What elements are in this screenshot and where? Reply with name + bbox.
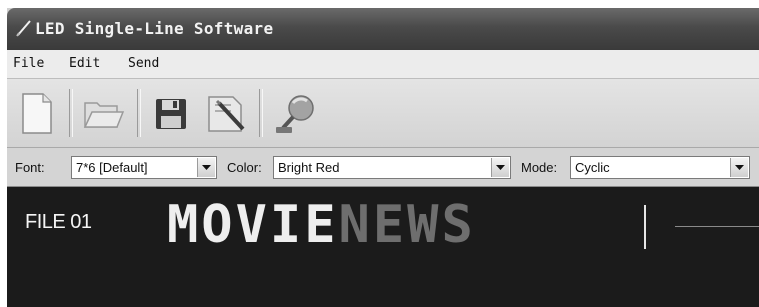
font-label: Font:	[15, 160, 45, 175]
title-bar[interactable]: LED Single-Line Software	[7, 8, 759, 50]
font-value: 7*6 [Default]	[76, 160, 148, 175]
divider-line	[675, 226, 759, 227]
chevron-down-icon	[496, 165, 505, 170]
save-button[interactable]	[151, 91, 191, 135]
color-label: Color:	[227, 160, 262, 175]
chevron-down-icon	[735, 165, 744, 170]
font-dropdown-button[interactable]	[197, 158, 215, 177]
menu-send[interactable]: Send	[128, 56, 159, 71]
send-satellite-icon	[276, 95, 314, 133]
mode-value: Cyclic	[575, 160, 610, 175]
led-message[interactable]: MOVIENEWS	[167, 195, 476, 255]
mode-label: Mode:	[521, 160, 558, 175]
toolbar-separator	[259, 89, 263, 137]
menu-file[interactable]: File	[13, 56, 44, 71]
save-disk-icon	[156, 99, 186, 129]
menu-edit[interactable]: Edit	[69, 56, 100, 71]
toolbar-separator	[137, 89, 141, 137]
led-preview-display[interactable]: FILE 01 MOVIENEWS	[7, 187, 759, 307]
pencil-icon	[16, 20, 31, 37]
chevron-down-icon	[202, 165, 211, 170]
toolbar-separator	[69, 89, 73, 137]
window-title: LED Single-Line Software	[35, 19, 274, 38]
open-folder-icon	[83, 102, 125, 128]
send-button[interactable]	[273, 91, 314, 135]
edit-document-icon	[208, 96, 245, 132]
new-file-button[interactable]	[17, 91, 57, 135]
edit-button[interactable]	[205, 91, 245, 135]
open-button[interactable]	[81, 91, 125, 135]
led-text-part-2: NEWS	[338, 195, 476, 255]
menu-bar: File Edit Send	[7, 50, 759, 79]
app-window: LED Single-Line Software File Edit Send	[7, 8, 759, 307]
color-value: Bright Red	[278, 160, 340, 175]
mode-dropdown-button[interactable]	[730, 158, 748, 177]
led-text-part-1: MOVIE	[167, 195, 339, 255]
color-dropdown-button[interactable]	[491, 158, 509, 177]
font-select[interactable]: 7*6 [Default]	[71, 156, 217, 179]
options-bar: Font: 7*6 [Default] Color: Bright Red Mo…	[7, 148, 759, 187]
mode-select[interactable]: Cyclic	[570, 156, 750, 179]
color-select[interactable]: Bright Red	[273, 156, 511, 179]
text-cursor	[644, 205, 646, 249]
file-number-label: FILE 01	[25, 211, 92, 233]
new-file-icon	[22, 93, 52, 134]
toolbar	[7, 79, 759, 148]
